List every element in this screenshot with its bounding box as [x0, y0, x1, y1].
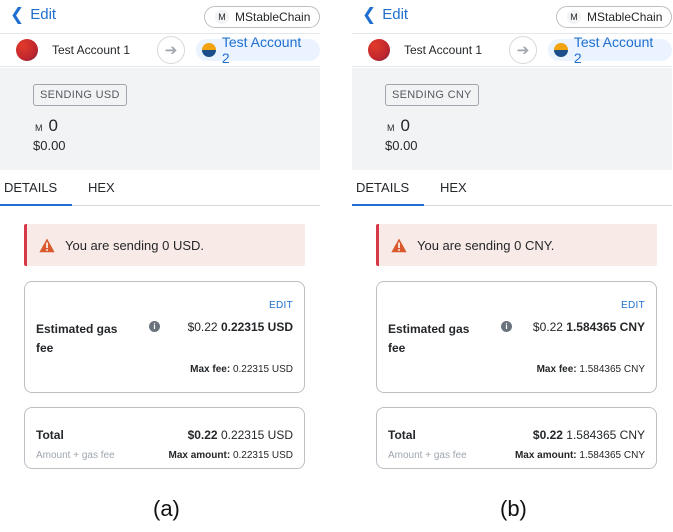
- total-subtitle: Amount + gas fee: [36, 450, 115, 461]
- tab-hex[interactable]: HEX: [88, 180, 115, 206]
- warning-alert: You are sending 0 USD.: [24, 224, 305, 266]
- network-selector[interactable]: M MStableChain: [556, 6, 672, 28]
- header-bar: ❮ Edit M MStableChain: [352, 0, 672, 32]
- total-fiat: $0.22: [532, 428, 563, 442]
- max-amount: Max amount: 1.584365 CNY: [515, 450, 645, 461]
- warning-alert: You are sending 0 CNY.: [376, 224, 657, 266]
- back-label: Edit: [30, 6, 57, 23]
- currency-symbol: M: [35, 123, 43, 133]
- tab-bar: DETAILS HEX: [0, 178, 320, 206]
- total-label: Total: [36, 428, 64, 442]
- warning-triangle-icon: [391, 238, 407, 252]
- arrow-right-icon: ➔: [509, 36, 537, 64]
- total-card: Total Amount + gas fee $0.22 0.22315 USD…: [24, 407, 305, 469]
- tab-details[interactable]: DETAILS: [0, 180, 72, 206]
- send-amount: 0: [400, 116, 410, 135]
- edit-gas-button[interactable]: EDIT: [269, 300, 293, 311]
- max-fee-label: Max fee:: [190, 364, 231, 375]
- send-amount: 0: [48, 116, 58, 135]
- confirm-transaction-panel-a: ❮ Edit M MStableChain Test Account 1 ➔ T…: [0, 0, 320, 490]
- confirm-transaction-panel-b: ❮ Edit M MStableChain Test Account 1 ➔ T…: [352, 0, 672, 490]
- info-icon[interactable]: i: [501, 321, 512, 332]
- gas-fee-value: $0.22 0.22315 USD: [188, 320, 293, 334]
- account-avatar-icon: [16, 39, 38, 61]
- fiat-amount: $0.00: [33, 138, 66, 153]
- gas-fee-value: $0.22 1.584365 CNY: [533, 320, 645, 334]
- max-fee-label: Max fee:: [536, 364, 577, 375]
- figure-caption-a: (a): [153, 496, 180, 521]
- network-avatar-icon: M: [215, 10, 229, 24]
- gas-fee-fiat: $0.22: [187, 320, 218, 334]
- total-value: $0.22 0.22315 USD: [188, 428, 293, 442]
- network-avatar-icon: M: [567, 10, 581, 24]
- total-fiat: $0.22: [187, 428, 218, 442]
- alert-text: You are sending 0 USD.: [65, 237, 205, 253]
- from-account-name: Test Account 1: [404, 43, 483, 57]
- network-label: MStableChain: [235, 10, 311, 24]
- max-amount-label: Max amount:: [514, 450, 577, 461]
- total-card: Total Amount + gas fee $0.22 1.584365 CN…: [376, 407, 657, 469]
- from-account-name: Test Account 1: [52, 43, 131, 57]
- max-fee: Max fee: 0.22315 USD: [190, 364, 293, 375]
- gas-fee-label: Estimated gas fee: [36, 322, 118, 355]
- header-bar: ❮ Edit M MStableChain: [0, 0, 320, 32]
- from-account[interactable]: Test Account 1: [16, 39, 130, 61]
- max-amount-label: Max amount:: [168, 450, 231, 461]
- chevron-left-icon: ❮: [10, 5, 25, 24]
- max-amount-value: 1.584365 CNY: [579, 450, 645, 461]
- alert-text: You are sending 0 CNY.: [417, 237, 555, 253]
- sending-badge: SENDING CNY: [385, 84, 479, 106]
- amount-line: M 0: [35, 116, 58, 136]
- transaction-summary: SENDING CNY M 0 $0.00: [352, 68, 672, 170]
- total-label: Total: [388, 428, 416, 442]
- gas-fee-label: Estimated gas fee: [388, 322, 470, 355]
- back-edit-link[interactable]: ❮ Edit: [362, 6, 408, 23]
- to-account-name: Test Account 2: [221, 34, 302, 66]
- back-label: Edit: [382, 6, 409, 23]
- back-edit-link[interactable]: ❮ Edit: [10, 6, 56, 23]
- account-avatar-icon: [368, 39, 390, 61]
- chevron-left-icon: ❮: [362, 5, 377, 24]
- network-label: MStableChain: [587, 10, 663, 24]
- to-account[interactable]: Test Account 2: [548, 34, 672, 66]
- figure-caption-b: (b): [500, 496, 527, 521]
- total-token: 0.22315 USD: [220, 428, 293, 442]
- currency-symbol: M: [387, 123, 395, 133]
- account-avatar-icon: [554, 43, 568, 57]
- tab-details[interactable]: DETAILS: [352, 180, 424, 206]
- amount-line: M 0: [387, 116, 410, 136]
- to-account-name: Test Account 2: [573, 34, 654, 66]
- max-fee: Max fee: 1.584365 CNY: [537, 364, 645, 375]
- tab-bar: DETAILS HEX: [352, 178, 672, 206]
- max-amount-value: 0.22315 USD: [232, 450, 293, 461]
- account-row: Test Account 1 ➔ Test Account 2: [0, 33, 320, 67]
- tab-hex[interactable]: HEX: [440, 180, 467, 206]
- account-row: Test Account 1 ➔ Test Account 2: [352, 33, 672, 67]
- max-fee-value: 0.22315 USD: [232, 364, 293, 375]
- gas-fee-token: 0.22315 USD: [220, 320, 293, 334]
- transaction-summary: SENDING USD M 0 $0.00: [0, 68, 320, 170]
- fiat-amount: $0.00: [385, 138, 418, 153]
- from-account[interactable]: Test Account 1: [368, 39, 482, 61]
- gas-fee-fiat: $0.22: [532, 320, 563, 334]
- max-fee-value: 1.584365 CNY: [579, 364, 645, 375]
- total-token: 1.584365 CNY: [566, 428, 645, 442]
- total-subtitle: Amount + gas fee: [388, 450, 467, 461]
- warning-triangle-icon: [39, 238, 55, 252]
- edit-gas-button[interactable]: EDIT: [621, 300, 645, 311]
- gas-fee-token: 1.584365 CNY: [566, 320, 645, 334]
- sending-badge: SENDING USD: [33, 84, 127, 106]
- network-selector[interactable]: M MStableChain: [204, 6, 320, 28]
- gas-fee-card: EDIT Estimated gas fee i $0.22 1.584365 …: [376, 281, 657, 393]
- to-account[interactable]: Test Account 2: [196, 34, 320, 66]
- account-avatar-icon: [202, 43, 216, 57]
- total-value: $0.22 1.584365 CNY: [533, 428, 645, 442]
- arrow-right-icon: ➔: [157, 36, 185, 64]
- gas-fee-card: EDIT Estimated gas fee i $0.22 0.22315 U…: [24, 281, 305, 393]
- max-amount: Max amount: 0.22315 USD: [169, 450, 294, 461]
- info-icon[interactable]: i: [149, 321, 160, 332]
